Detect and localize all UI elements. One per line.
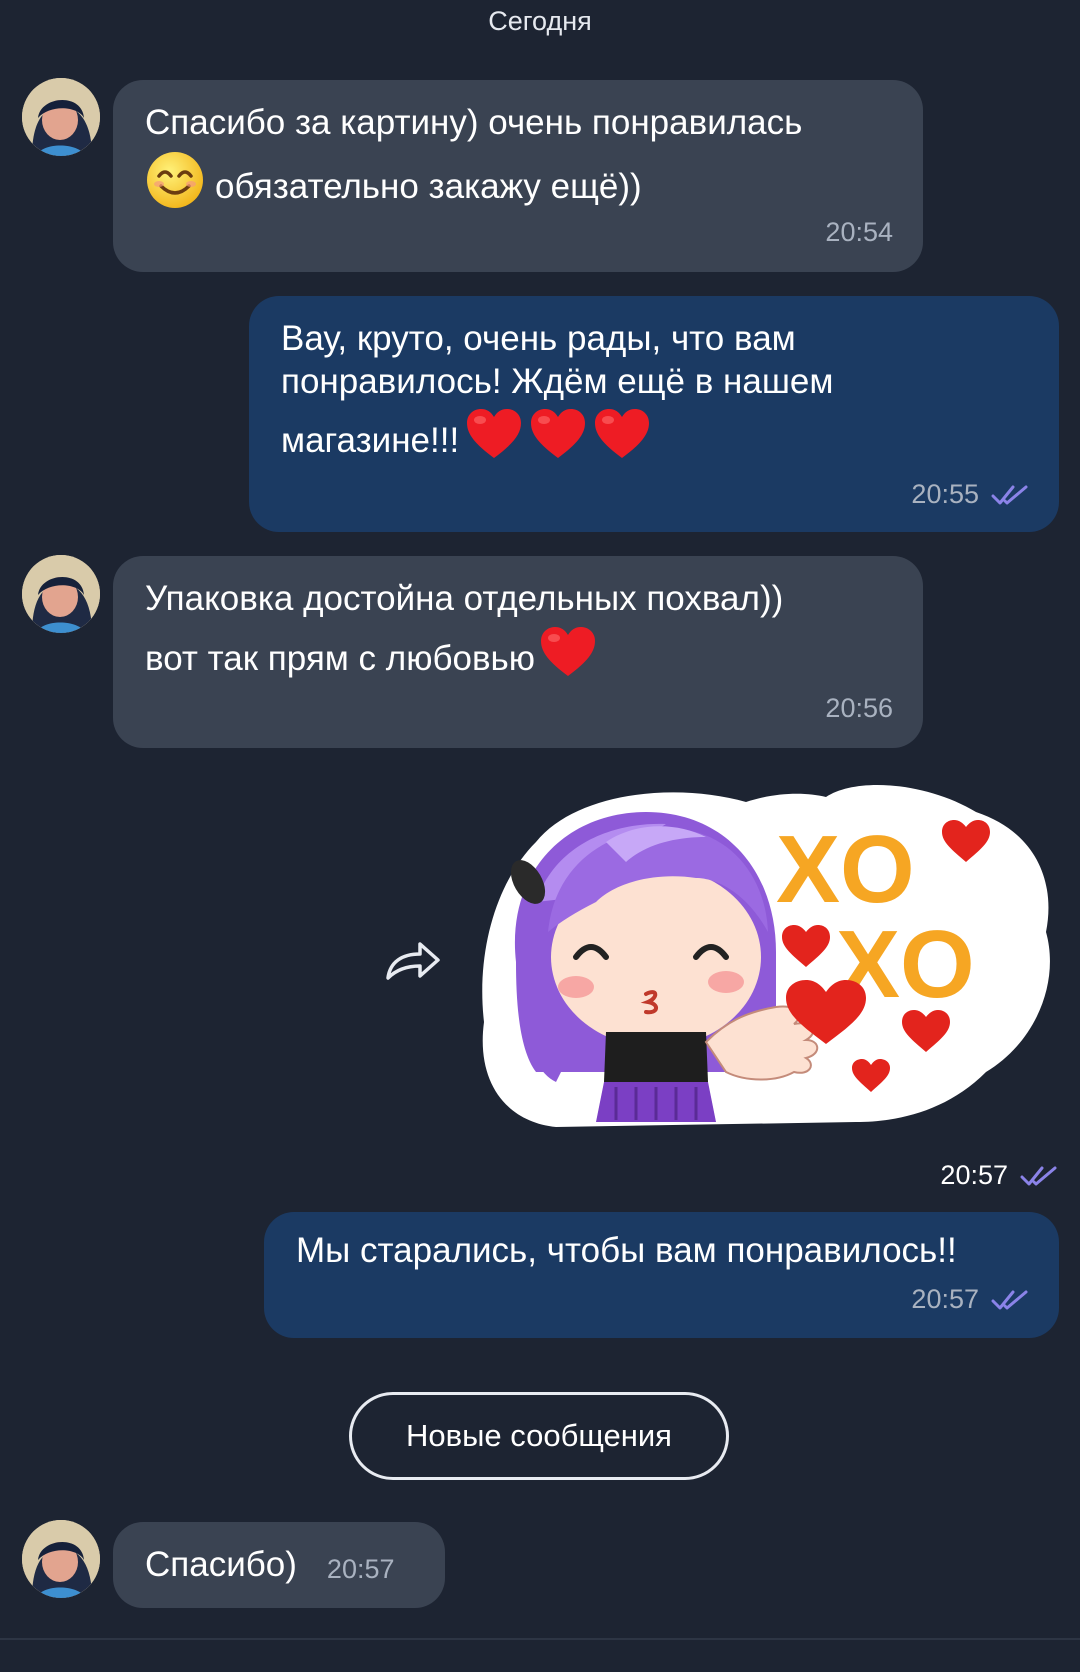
red-heart-emoji: [539, 626, 597, 693]
red-heart-emoji: [465, 408, 523, 475]
message-text-line: магазине!!!: [281, 408, 651, 475]
message-text: Спасибо): [145, 1544, 297, 1584]
message-content: Спасибо) 20:57: [145, 1522, 395, 1608]
divider: [0, 1638, 1080, 1640]
red-heart-emoji: [593, 408, 651, 475]
message-text-part: обязательно закажу ещё)): [215, 167, 642, 206]
message-bubble-incoming[interactable]: Спасибо за картину) очень понравилась об…: [113, 80, 923, 272]
double-check-icon: [991, 484, 1029, 506]
message-meta: 20:54: [825, 217, 893, 248]
message-meta: 20:56: [825, 693, 893, 724]
avatar[interactable]: [22, 555, 100, 633]
message-meta: 20:57: [940, 1160, 1058, 1191]
message-text-part: вот так прям с любовью: [145, 639, 536, 678]
smiling-face-emoji: [145, 150, 205, 225]
message-time: 20:56: [825, 693, 893, 723]
message-meta: 20:55: [911, 479, 1029, 510]
date-separator: Сегодня: [488, 6, 592, 36]
avatar-image: [22, 1520, 100, 1598]
message-text-line: понравилось! Ждём ещё в нашем: [281, 362, 834, 401]
message-text: Спасибо за картину) очень понравилась: [145, 103, 803, 142]
double-check-icon: [1020, 1165, 1058, 1187]
double-check-icon: [991, 1289, 1029, 1311]
message-time: 20:54: [825, 217, 893, 247]
message-text: Мы старались, чтобы вам понравилось!!: [296, 1231, 957, 1270]
message-time: 20:57: [940, 1160, 1008, 1190]
message-text: Упаковка достойна отдельных похвал)): [145, 579, 784, 618]
new-messages-button[interactable]: Новые сообщения: [349, 1392, 729, 1480]
red-heart-emoji: [529, 408, 587, 475]
message-meta: 20:57: [911, 1284, 1029, 1315]
message-text-part: магазине!!!: [281, 421, 460, 460]
message-time: 20:57: [911, 1284, 979, 1314]
message-text-line: вот так прям с любовью: [145, 626, 597, 693]
message-bubble-incoming[interactable]: Спасибо) 20:57: [113, 1522, 445, 1608]
message-time: 20:55: [911, 479, 979, 509]
message-time: 20:57: [326, 1553, 395, 1584]
sticker-xo-top: XO: [776, 816, 915, 923]
message-text-line: обязательно закажу ещё)): [145, 150, 642, 225]
message-bubble-outgoing[interactable]: Мы старались, чтобы вам понравилось!! 20…: [264, 1212, 1059, 1338]
avatar[interactable]: [22, 78, 100, 156]
message-bubble-outgoing[interactable]: Вау, круто, очень рады, что вам понравил…: [249, 296, 1059, 532]
forward-arrow-icon[interactable]: [382, 938, 442, 989]
sticker[interactable]: XO XO: [476, 782, 1060, 1142]
avatar-image: [22, 78, 100, 156]
avatar[interactable]: [22, 1520, 100, 1598]
avatar-image: [22, 555, 100, 633]
message-bubble-incoming[interactable]: Упаковка достойна отдельных похвал)) вот…: [113, 556, 923, 748]
